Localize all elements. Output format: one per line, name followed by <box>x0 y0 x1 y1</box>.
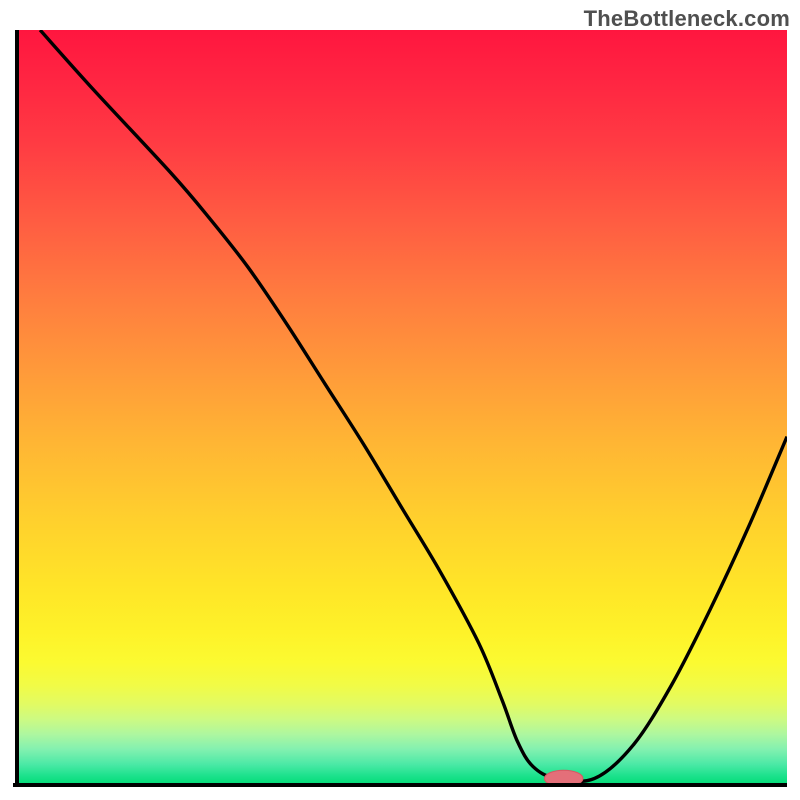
chart-container: TheBottleneck.com <box>0 0 800 800</box>
chart-background <box>17 30 787 783</box>
chart-svg <box>13 30 787 787</box>
watermark-text: TheBottleneck.com <box>584 6 790 32</box>
plot-area <box>13 30 787 787</box>
